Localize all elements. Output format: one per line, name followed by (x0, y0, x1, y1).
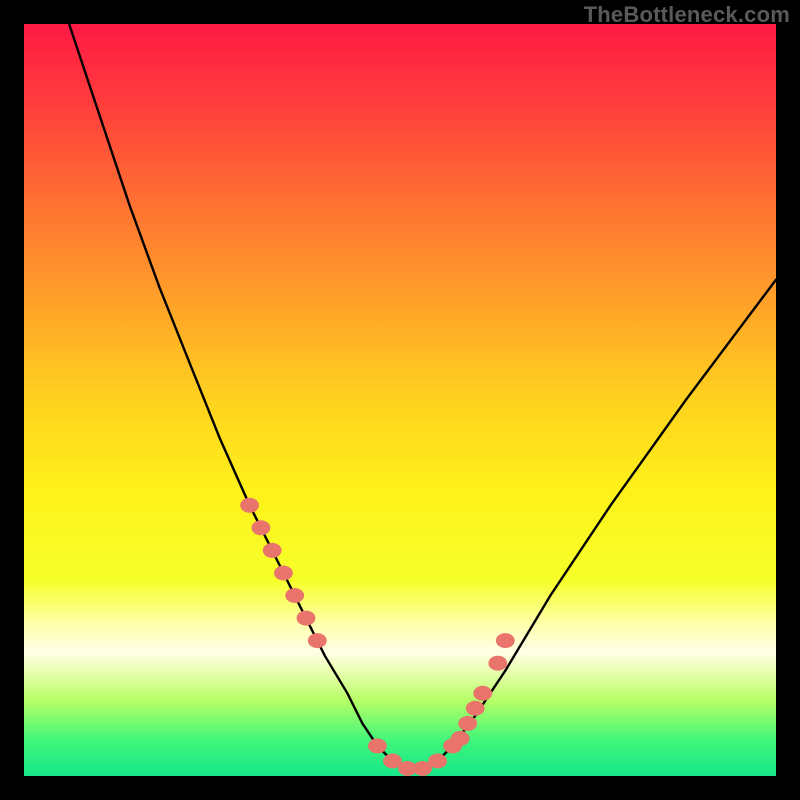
gradient-background (24, 24, 776, 776)
marker-dot (274, 566, 293, 581)
marker-dot (368, 738, 387, 753)
marker-dot (308, 633, 327, 648)
marker-dot (263, 543, 282, 558)
marker-dot (428, 754, 447, 769)
marker-dot (285, 588, 304, 603)
marker-dot (473, 686, 492, 701)
watermark-text: TheBottleneck.com (584, 2, 790, 28)
marker-dot (240, 498, 259, 513)
marker-dot (297, 611, 316, 626)
marker-dot (451, 731, 470, 746)
marker-dot (496, 633, 515, 648)
marker-dot (252, 520, 271, 535)
chart-svg (24, 24, 776, 776)
outer-frame: TheBottleneck.com (0, 0, 800, 800)
plot-area (24, 24, 776, 776)
marker-dot (458, 716, 477, 731)
marker-dot (466, 701, 485, 716)
marker-dot (488, 656, 507, 671)
